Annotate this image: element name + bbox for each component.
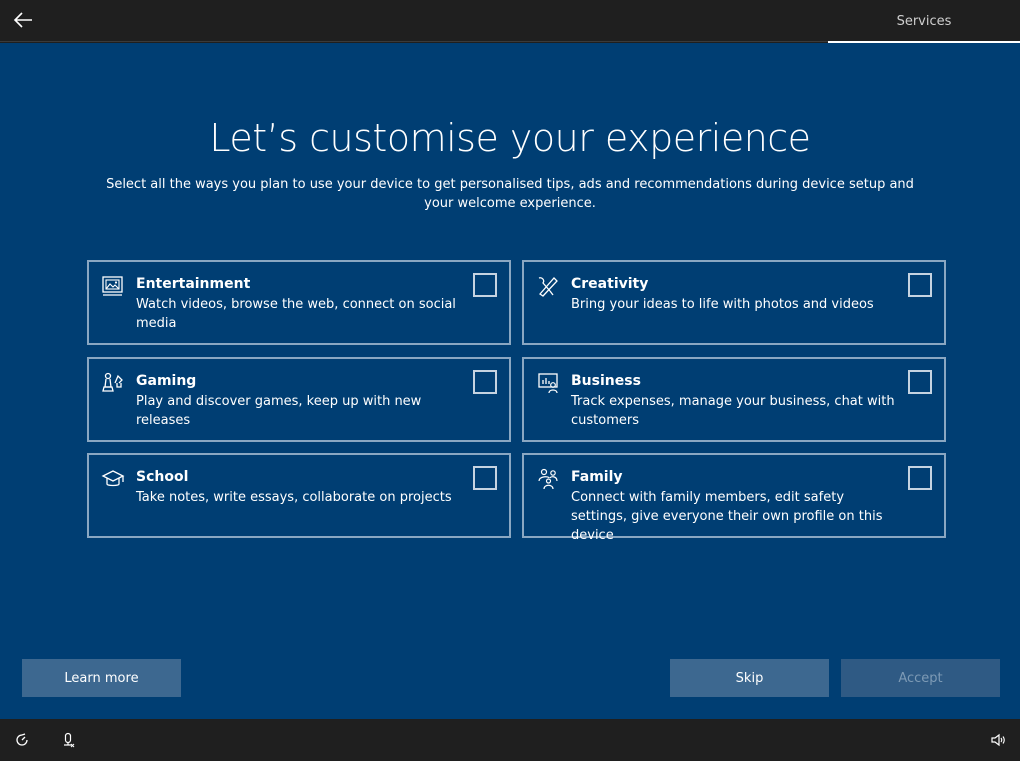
- brush-pen-icon: [538, 277, 558, 297]
- card-description: Track expenses, manage your business, ch…: [571, 394, 895, 428]
- family-people-icon: [538, 468, 558, 490]
- volume-icon: [991, 733, 1005, 747]
- bottom-bar: [0, 719, 1020, 761]
- card-title: Family: [571, 469, 623, 485]
- gaming-checkbox[interactable]: [473, 370, 497, 394]
- accept-button[interactable]: Accept: [841, 659, 1000, 697]
- card-title: Gaming: [136, 373, 197, 389]
- skip-button[interactable]: Skip: [670, 659, 829, 697]
- card-description: Watch videos, browse the web, connect on…: [136, 297, 456, 331]
- card-description: Bring your ideas to life with photos and…: [571, 297, 874, 312]
- tab-services: Services: [828, 0, 1020, 43]
- game-pieces-icon: [102, 372, 123, 392]
- presentation-chart-icon: [538, 373, 558, 394]
- card-business[interactable]: Business Track expenses, manage your bus…: [522, 357, 946, 442]
- card-entertainment[interactable]: Entertainment Watch videos, browse the w…: [87, 260, 511, 345]
- microphone-icon: [64, 732, 75, 748]
- entertainment-checkbox[interactable]: [473, 273, 497, 297]
- top-bar-divider: [0, 41, 828, 42]
- back-button[interactable]: [8, 6, 38, 34]
- creativity-checkbox[interactable]: [908, 273, 932, 297]
- card-description: Connect with family members, edit safety…: [571, 490, 883, 543]
- card-family[interactable]: Family Connect with family members, edit…: [522, 453, 946, 543]
- back-arrow-icon: [13, 12, 32, 28]
- learn-more-button[interactable]: Learn more: [22, 659, 181, 697]
- ease-of-access-button[interactable]: [13, 731, 31, 749]
- card-title: School: [136, 469, 189, 485]
- card-creativity[interactable]: Creativity Bring your ideas to life with…: [522, 260, 946, 345]
- picture-icon: [102, 276, 123, 296]
- card-gaming[interactable]: Gaming Play and discover games, keep up …: [87, 357, 511, 442]
- business-checkbox[interactable]: [908, 370, 932, 394]
- card-title: Creativity: [571, 276, 649, 292]
- card-description: Play and discover games, keep up with ne…: [136, 394, 422, 428]
- school-checkbox[interactable]: [473, 466, 497, 490]
- card-title: Business: [571, 373, 641, 389]
- ease-of-access-icon: [16, 733, 28, 746]
- page-title: Let’s customise your experience: [209, 116, 811, 160]
- volume-button[interactable]: [989, 731, 1007, 749]
- page-subtitle: Select all the ways you plan to use your…: [106, 177, 914, 211]
- card-school[interactable]: School Take notes, write essays, collabo…: [87, 453, 511, 538]
- graduation-cap-icon: [101, 470, 125, 487]
- card-description: Take notes, write essays, collaborate on…: [136, 490, 452, 505]
- top-bar: Services: [0, 0, 1020, 43]
- family-checkbox[interactable]: [908, 466, 932, 490]
- microphone-button[interactable]: [59, 731, 77, 749]
- card-title: Entertainment: [136, 276, 251, 292]
